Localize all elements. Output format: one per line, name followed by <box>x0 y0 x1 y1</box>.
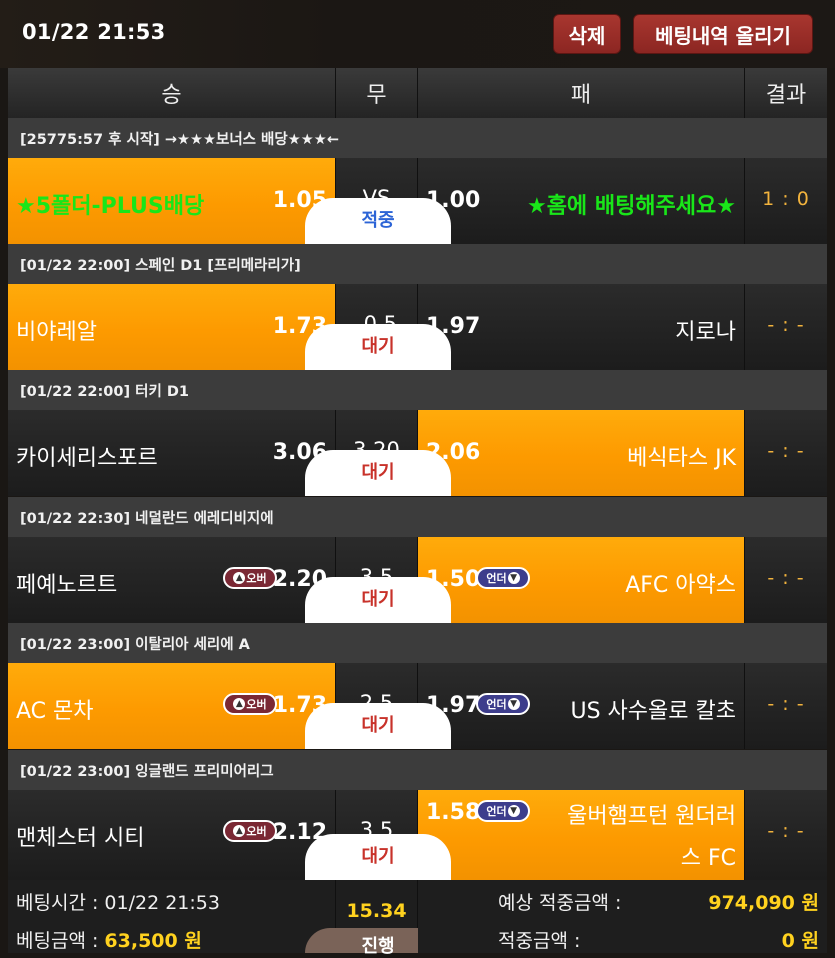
away-odds: 1.58 <box>426 800 481 825</box>
expected-win-value: 974,090 원 <box>708 892 819 914</box>
home-team: AC 몬차 <box>16 699 94 724</box>
away-team-line2: 스 FC <box>680 846 736 871</box>
result-cell: - : - <box>745 537 827 623</box>
league-row: [01/22 22:30] 네덜란드 에레디비지에 <box>8 497 827 537</box>
result-score: - : - <box>767 314 805 336</box>
result-cell: - : - <box>745 790 827 880</box>
over-badge: ▲ 오버 <box>223 820 277 842</box>
delete-button[interactable]: 삭제 <box>553 14 621 54</box>
league-row: [25775:57 후 시작] →★★★보너스 배당★★★← <box>8 118 827 158</box>
under-badge: 언더 ▼ <box>476 800 530 822</box>
over-badge: ▲ 오버 <box>223 567 277 589</box>
away-team: US 사수올로 칼초 <box>570 699 737 724</box>
away-cell[interactable]: 2.06 베식타스 JK <box>418 410 745 496</box>
home-cell[interactable]: AC 몬차 ▲ 오버 1.73 <box>8 663 336 749</box>
under-badge: 언더 ▼ <box>476 567 530 589</box>
arrow-up-icon: ▲ <box>233 698 246 710</box>
home-team: ★5폴더-PLUS배당 <box>16 194 205 219</box>
home-cell[interactable]: 페예노르트 ▲ 오버 2.20 <box>8 537 336 623</box>
total-odds: 15.34 <box>346 900 407 922</box>
league-row: [01/22 22:00] 스페인 D1 [프리메라리가] <box>8 244 827 284</box>
away-team: 베식타스 JK <box>627 446 736 471</box>
away-team: AFC 아약스 <box>625 573 736 598</box>
status-badge: 대기 <box>305 834 451 880</box>
arrow-up-icon: ▲ <box>233 825 246 837</box>
away-cell[interactable]: 1.00 ★홈에 배팅해주세요★ <box>418 158 745 244</box>
home-cell[interactable]: 맨체스터 시티 ▲ 오버 2.12 <box>8 790 336 880</box>
status-badge: 대기 <box>305 577 451 623</box>
result-score: - : - <box>767 820 805 842</box>
status-badge: 대기 <box>305 324 451 370</box>
away-team-line1: 울버햄프턴 원더러 <box>567 804 736 829</box>
status-badge: 적중 <box>305 198 451 244</box>
top-bar: 01/22 21:53 삭제 베팅내역 올리기 <box>0 0 835 68</box>
league-row: [01/22 23:00] 잉글랜드 프리미어리그 <box>8 750 827 790</box>
league-row: [01/22 23:00] 이탈리아 세리에 A <box>8 623 827 663</box>
bet-time-label: 베팅시간 : <box>16 892 99 914</box>
bet-amount-value: 63,500 원 <box>104 930 202 952</box>
datetime: 01/22 21:53 <box>22 20 166 44</box>
home-cell[interactable]: 카이세리스포르 3.06 <box>8 410 336 496</box>
away-cell[interactable]: 1.58 언더 ▼ 울버햄프턴 원더러 스 FC <box>418 790 745 880</box>
col-header-result: 결과 <box>745 68 827 118</box>
bet-time-value: 01/22 21:53 <box>104 892 220 914</box>
footer-left: 베팅시간 : 01/22 21:53 베팅금액 : 63,500 원 <box>8 880 336 953</box>
result-score: - : - <box>767 567 805 589</box>
over-badge: ▲ 오버 <box>223 693 277 715</box>
away-team: ★홈에 배팅해주세요★ <box>526 194 736 219</box>
arrow-up-icon: ▲ <box>233 572 246 584</box>
result-score: - : - <box>767 440 805 462</box>
away-cell[interactable]: 1.97 지로나 <box>418 284 745 370</box>
col-header-lose: 패 <box>418 68 745 118</box>
away-team: 지로나 <box>675 320 736 345</box>
won-amount-label: 적중금액 : <box>498 930 581 952</box>
upload-bet-history-button[interactable]: 베팅내역 올리기 <box>633 14 813 54</box>
status-badge: 대기 <box>305 703 451 749</box>
result-cell: - : - <box>745 410 827 496</box>
expected-win-label: 예상 적중금액 : <box>498 892 622 914</box>
footer-right: 예상 적중금액 : 974,090 원 적중금액 : 0 원 <box>418 880 827 953</box>
result-score: 1 : 0 <box>762 188 810 210</box>
status-badge: 대기 <box>305 450 451 496</box>
home-team: 카이세리스포르 <box>16 446 158 471</box>
col-header-win: 승 <box>8 68 336 118</box>
arrow-down-icon: ▼ <box>507 805 520 817</box>
away-cell[interactable]: 1.50 언더 ▼ AFC 아약스 <box>418 537 745 623</box>
league-row: [01/22 22:00] 터키 D1 <box>8 370 827 410</box>
away-cell[interactable]: 1.97 언더 ▼ US 사수올로 칼초 <box>418 663 745 749</box>
result-score: - : - <box>767 693 805 715</box>
bet-slip: 01/22 21:53 삭제 베팅내역 올리기 승 무 패 결과 [25775:… <box>0 0 835 957</box>
col-header-draw: 무 <box>336 68 418 118</box>
arrow-down-icon: ▼ <box>507 572 520 584</box>
under-badge: 언더 ▼ <box>476 693 530 715</box>
home-team: 페예노르트 <box>16 573 118 598</box>
home-cell[interactable]: ★5폴더-PLUS배당 1.05 <box>8 158 336 244</box>
result-cell: 1 : 0 <box>745 158 827 244</box>
home-team: 비야레알 <box>16 320 97 345</box>
home-cell[interactable]: 비야레알 1.73 <box>8 284 336 370</box>
result-cell: - : - <box>745 284 827 370</box>
arrow-down-icon: ▼ <box>507 698 520 710</box>
home-team: 맨체스터 시티 <box>16 826 145 851</box>
result-cell: - : - <box>745 663 827 749</box>
won-amount-value: 0 원 <box>781 930 819 952</box>
bet-amount-label: 베팅금액 : <box>16 930 99 952</box>
